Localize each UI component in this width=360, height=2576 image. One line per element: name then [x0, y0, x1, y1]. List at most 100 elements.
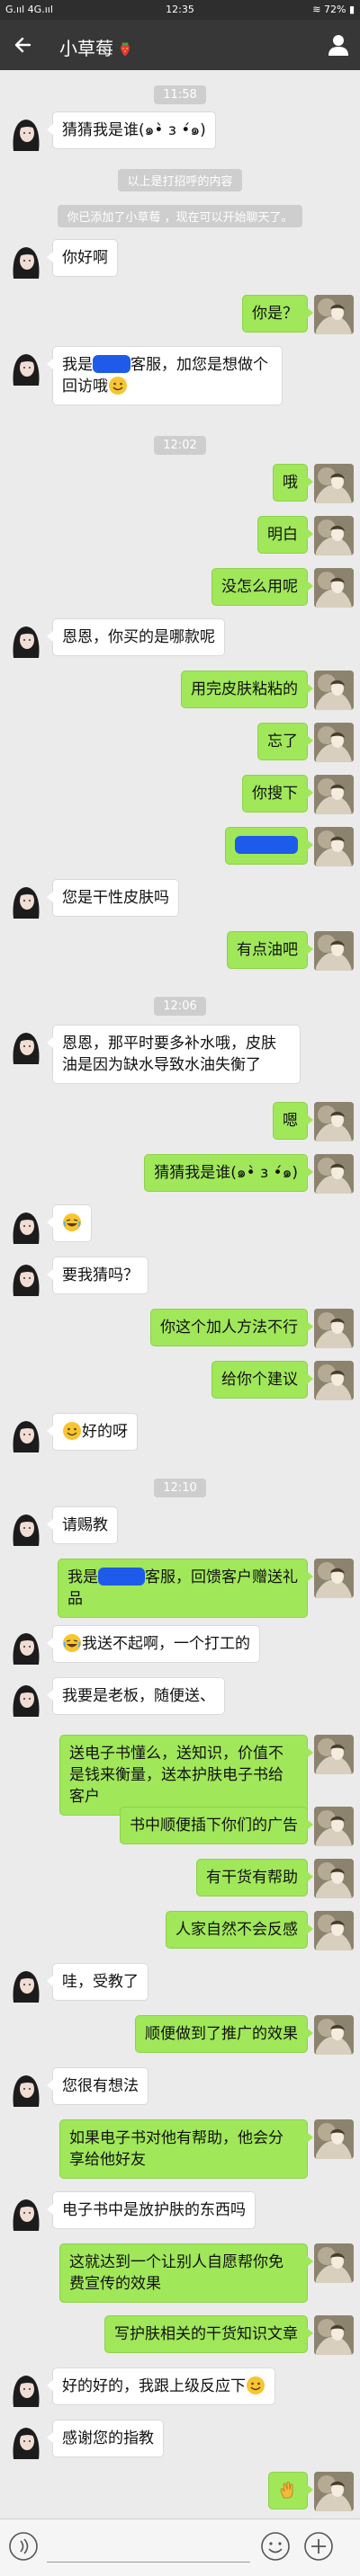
message-bubble-outgoing[interactable]: 书中顺便插下你们的广告	[120, 1807, 313, 1844]
avatar-contact[interactable]	[6, 1506, 46, 1546]
avatar-self[interactable]	[314, 1807, 354, 1846]
voice-input-button[interactable]	[7, 2530, 40, 2563]
avatar-self[interactable]	[314, 568, 354, 608]
message-bubble-outgoing[interactable]	[225, 827, 313, 865]
message-bubble-outgoing[interactable]: 我是 客服，回馈客户赠送礼品	[58, 1559, 313, 1618]
contact-name: 小草莓	[59, 38, 113, 59]
message-bubble-outgoing[interactable]: 写护肤相关的干货知识文章	[104, 2315, 313, 2353]
message-input-bar	[0, 2518, 360, 2576]
message-bubble-incoming[interactable]: 猜猜我是谁(๑•̀ з •́๑)	[47, 111, 216, 149]
message-bubble-outgoing[interactable]: 没怎么用呢	[212, 568, 313, 606]
message-bubble-incoming[interactable]: 电子书中是放护肤的东西吗	[47, 2191, 256, 2229]
message-bubble-outgoing[interactable]: 这就达到一个让别人自愿帮你免费宣传的效果	[59, 2243, 313, 2303]
message-bubble-outgoing[interactable]: 哦	[273, 464, 313, 502]
message-bubble-outgoing[interactable]: 你是？	[242, 295, 313, 333]
self-avatar-image	[314, 2119, 354, 2159]
message-bubble-incoming[interactable]: 我送不起啊，一个打工的	[47, 1625, 260, 1663]
avatar-self[interactable]	[314, 516, 354, 555]
self-avatar-image	[314, 1807, 354, 1846]
message-bubble-incoming[interactable]: 恩恩，那平时要多补水哦，皮肤油是因为缺水导致水油失衡了	[47, 1025, 301, 1084]
self-avatar-image	[314, 568, 354, 608]
avatar-contact[interactable]	[6, 618, 46, 658]
message-bubble-outgoing[interactable]: 嗯	[273, 1102, 313, 1140]
message-bubble-incoming[interactable]: 感谢您的指教	[47, 2420, 164, 2457]
message-bubble-outgoing[interactable]: 有干货有帮助	[196, 1859, 313, 1896]
self-avatar-image	[314, 295, 354, 334]
avatar-contact[interactable]	[6, 111, 46, 151]
message-bubble-incoming[interactable]: 恩恩，你买的是哪款呢	[47, 618, 225, 656]
avatar-self[interactable]	[314, 931, 354, 971]
avatar-self[interactable]	[314, 464, 354, 503]
avatar-self[interactable]	[314, 1559, 354, 1598]
avatar-contact[interactable]	[6, 239, 46, 279]
avatar-self[interactable]	[314, 723, 354, 762]
avatar-contact[interactable]	[6, 1025, 46, 1064]
laugh-tears-emoji	[63, 1213, 81, 1231]
avatar-self[interactable]	[314, 2243, 354, 2283]
avatar-self[interactable]	[314, 2472, 354, 2511]
message-bubble-outgoing[interactable]: 送电子书懂么，送知识，价值不是钱来衡量，送本护肤电子书给客户	[59, 1735, 313, 1816]
avatar-self[interactable]	[314, 1735, 354, 1774]
avatar-self[interactable]	[314, 295, 354, 334]
message-bubble-incoming[interactable]: 你好啊	[47, 239, 118, 277]
message-bubble-outgoing[interactable]: 如果电子书对他有帮助，他会分享给他好友	[59, 2119, 313, 2179]
contact-profile-button[interactable]	[324, 31, 353, 59]
message-bubble-incoming[interactable]: 我是 客服，加您是想做个回访哦	[47, 346, 283, 405]
message-bubble-incoming[interactable]: 您很有想法	[47, 2067, 148, 2105]
avatar-self[interactable]	[314, 1102, 354, 1141]
message-bubble-outgoing[interactable]: 你搜下	[242, 775, 313, 813]
avatar-self[interactable]	[314, 2015, 354, 2055]
redaction-mark	[93, 355, 130, 373]
avatar-self[interactable]	[314, 1309, 354, 1348]
avatar-self[interactable]	[314, 1154, 354, 1194]
avatar-contact[interactable]	[6, 1413, 46, 1452]
self-avatar-image	[314, 671, 354, 710]
avatar-contact[interactable]	[6, 1625, 46, 1665]
message-bubble-outgoing[interactable]: 你这个加人方法不行	[150, 1309, 313, 1346]
message-bubble-incoming[interactable]	[47, 1204, 92, 1242]
emoji-button[interactable]	[259, 2530, 292, 2563]
message-bubble-incoming[interactable]: 哇，受教了	[47, 1963, 148, 2001]
message-bubble-outgoing[interactable]: 忘了	[257, 723, 313, 760]
avatar-self[interactable]	[314, 1361, 354, 1400]
message-bubble-outgoing[interactable]: 明白	[257, 516, 313, 554]
message-bubble-outgoing[interactable]: 顺便做到了推广的效果	[135, 2015, 313, 2053]
contact-avatar-image	[6, 1257, 46, 1296]
battery-icon: ▮	[348, 4, 355, 15]
message-bubble-incoming[interactable]: 要我猜吗？	[47, 1257, 148, 1294]
self-avatar-image	[314, 827, 354, 866]
avatar-self[interactable]	[314, 671, 354, 710]
message-bubble-incoming[interactable]: 好的呀	[47, 1413, 138, 1451]
avatar-contact[interactable]	[6, 2191, 46, 2231]
avatar-self[interactable]	[314, 827, 354, 866]
back-button[interactable]	[7, 29, 40, 61]
contact-avatar-image	[6, 879, 46, 919]
avatar-self[interactable]	[314, 775, 354, 814]
message-bubble-outgoing[interactable]: 有点油吧	[227, 931, 313, 969]
avatar-contact[interactable]	[6, 1963, 46, 2003]
more-options-button[interactable]	[302, 2530, 335, 2563]
avatar-contact[interactable]	[6, 1204, 46, 1244]
avatar-self[interactable]	[314, 1911, 354, 1950]
message-bubble-incoming[interactable]: 您是干性皮肤吗	[47, 879, 179, 917]
avatar-contact[interactable]	[6, 2420, 46, 2459]
message-bubble-outgoing[interactable]	[268, 2472, 313, 2509]
avatar-contact[interactable]	[6, 1257, 46, 1296]
avatar-self[interactable]	[314, 2119, 354, 2159]
avatar-contact[interactable]	[6, 346, 46, 386]
avatar-contact[interactable]	[6, 2367, 46, 2407]
message-bubble-outgoing[interactable]: 给你个建议	[212, 1361, 313, 1399]
avatar-contact[interactable]	[6, 879, 46, 919]
message-bubble-incoming[interactable]: 好的好的，我跟上级反应下	[47, 2367, 275, 2405]
avatar-contact[interactable]	[6, 1677, 46, 1717]
message-bubble-incoming[interactable]: 我要是老板，随便送、	[47, 1677, 225, 1715]
message-bubble-outgoing[interactable]: 猜猜我是谁(๑•̀ з •́๑)	[144, 1154, 313, 1192]
message-bubble-outgoing[interactable]: 用完皮肤粘粘的	[181, 671, 313, 708]
avatar-self[interactable]	[314, 1859, 354, 1898]
avatar-self[interactable]	[314, 2315, 354, 2355]
message-text-field[interactable]	[47, 2530, 250, 2563]
message-bubble-incoming[interactable]: 请赐教	[47, 1506, 118, 1544]
message-bubble-outgoing[interactable]: 人家自然不会反感	[166, 1911, 313, 1949]
self-avatar-image	[314, 1309, 354, 1348]
avatar-contact[interactable]	[6, 2067, 46, 2107]
